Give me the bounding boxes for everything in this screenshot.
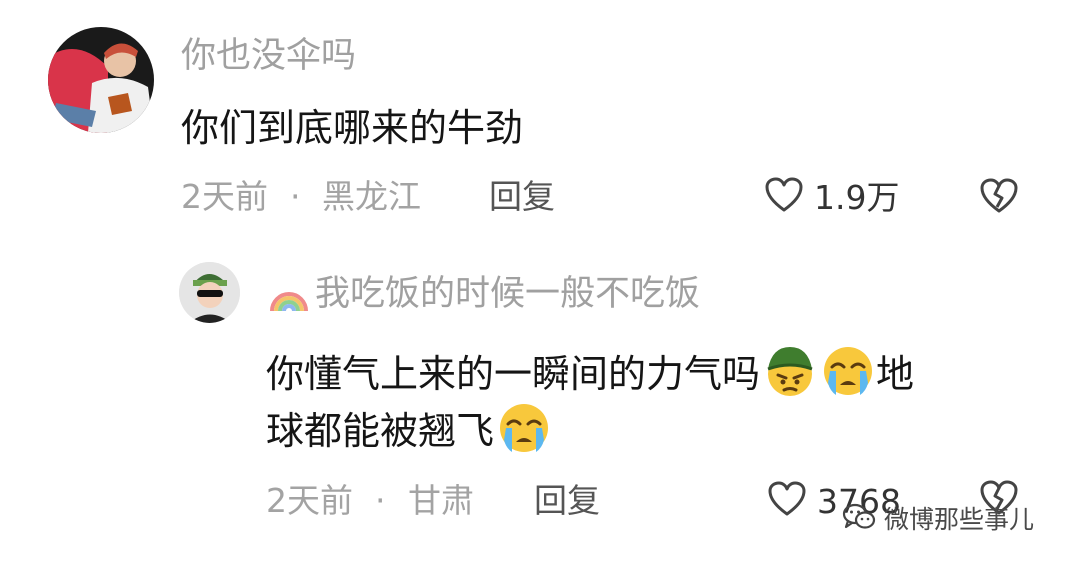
crying-emoji-icon xyxy=(820,343,876,405)
reply-text-part1: 你懂气上来的一瞬间的力气吗 xyxy=(266,352,761,396)
reply-text-line1: 你懂气上来的一瞬间的力气吗 地 xyxy=(266,343,914,405)
broken-heart-icon xyxy=(978,178,1020,220)
comment-username[interactable]: 你也没伞吗 xyxy=(181,39,356,74)
comment-location: 黑龙江 xyxy=(322,177,421,216)
reply-location: 甘肃 xyxy=(408,481,474,520)
heart-icon xyxy=(764,176,804,219)
heart-icon xyxy=(767,480,807,523)
reply-avatar[interactable] xyxy=(179,262,240,323)
watermark: 微博那些事儿 xyxy=(842,502,1034,536)
meta-separator: · xyxy=(375,481,386,520)
wechat-icon xyxy=(842,502,876,536)
reply-text-part3: 球都能被翘飞 xyxy=(266,409,495,453)
reply-username[interactable]: 我吃饭的时候一般不吃饭 xyxy=(315,277,700,312)
reply-text-line2: 球都能被翘飞 xyxy=(266,400,552,462)
watermark-text: 微博那些事儿 xyxy=(884,504,1035,534)
comment-time: 2天前 xyxy=(181,177,268,216)
reply-button[interactable]: 回复 xyxy=(489,180,555,213)
like-button[interactable]: 1.9万 xyxy=(764,176,899,219)
meta-separator: · xyxy=(290,177,301,216)
reply-time: 2天前 xyxy=(266,481,353,520)
angry-emoji-icon xyxy=(762,343,818,405)
comment-text: 你们到底哪来的牛劲 xyxy=(181,106,524,150)
reply-button[interactable]: 回复 xyxy=(534,484,600,517)
rainbow-icon xyxy=(268,277,310,319)
crying-emoji-icon xyxy=(496,400,552,462)
like-count: 1.9万 xyxy=(814,178,900,217)
dislike-button[interactable] xyxy=(978,176,1020,220)
avatar[interactable] xyxy=(48,27,154,133)
reply-text-part2: 地 xyxy=(876,352,915,396)
